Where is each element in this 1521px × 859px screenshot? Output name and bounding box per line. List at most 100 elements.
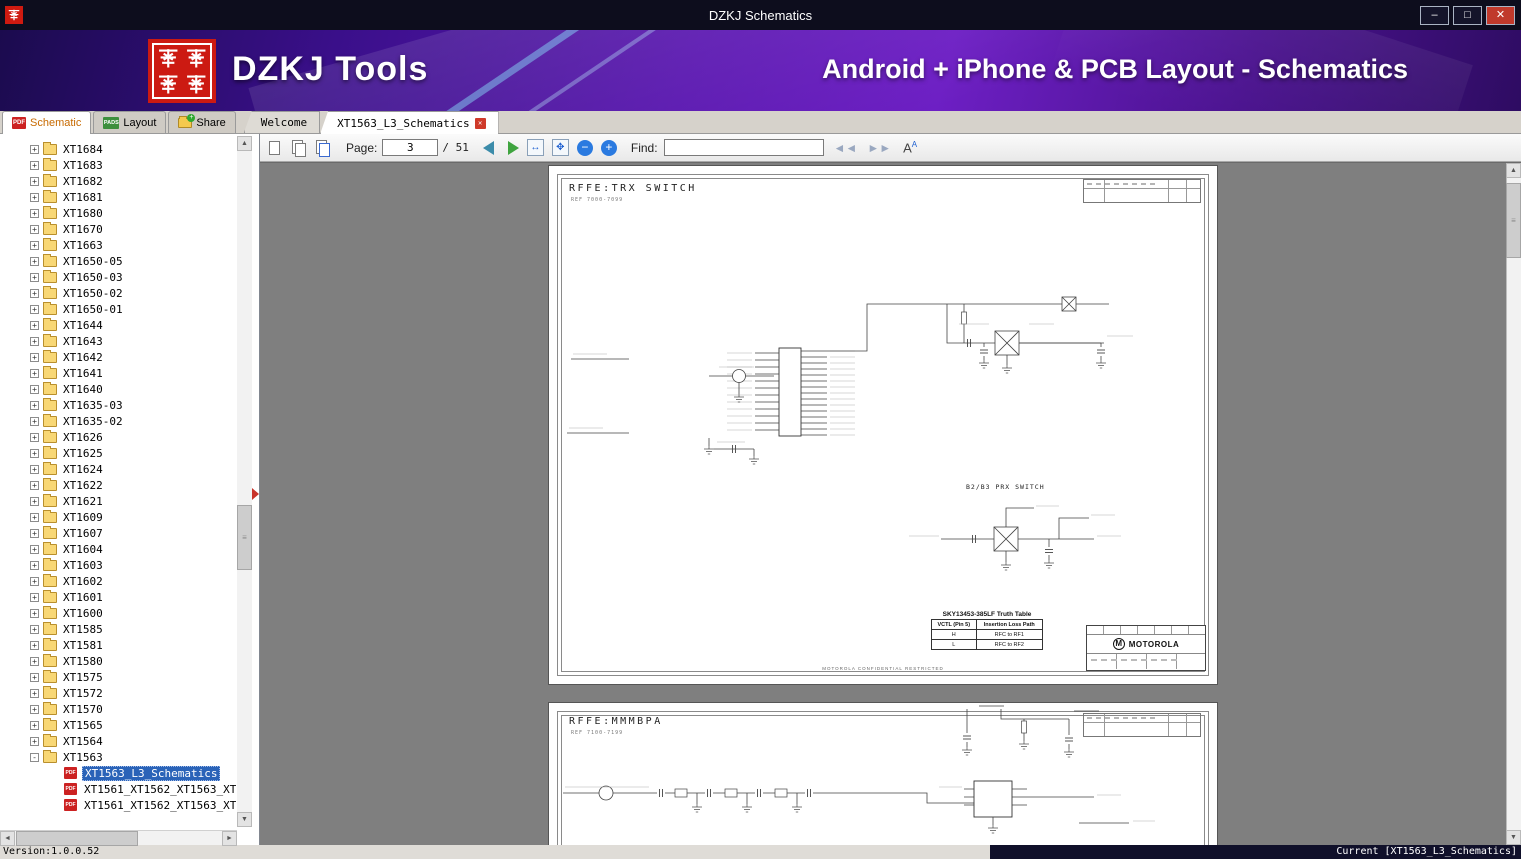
expand-icon[interactable]: + — [30, 496, 39, 506]
expand-icon[interactable]: + — [30, 416, 39, 426]
single-page-icon[interactable] — [266, 139, 284, 157]
tree-folder-row[interactable]: + XT1650-02 — [0, 285, 236, 301]
expand-icon[interactable]: - — [30, 752, 39, 762]
tab-share[interactable]: + Share — [168, 111, 236, 133]
next-page-icon[interactable] — [507, 140, 519, 155]
expand-icon[interactable]: + — [30, 448, 39, 458]
tab-layout[interactable]: PADS Layout — [93, 111, 167, 133]
tree-folder-row[interactable]: + XT1581 — [0, 637, 236, 653]
expand-icon[interactable]: + — [30, 384, 39, 394]
tree-folder-row[interactable]: + XT1604 — [0, 541, 236, 557]
expand-icon[interactable]: + — [30, 288, 39, 298]
doc-tab-welcome[interactable]: Welcome — [243, 111, 321, 133]
expand-icon[interactable]: + — [30, 160, 39, 170]
expand-icon[interactable]: + — [30, 176, 39, 186]
expand-icon[interactable]: + — [30, 608, 39, 618]
tree-folder-row[interactable]: + XT1565 — [0, 717, 236, 733]
copy-page-icon[interactable] — [290, 139, 308, 157]
tree-folder-row[interactable]: + XT1625 — [0, 445, 236, 461]
tree-folder-row[interactable]: + XT1621 — [0, 493, 236, 509]
find-previous-icon[interactable]: ◄◄ — [834, 141, 858, 155]
tree-folder-row[interactable]: + XT1670 — [0, 221, 236, 237]
tree-folder-row[interactable]: + XT1626 — [0, 429, 236, 445]
sidebar-collapse-arrow[interactable] — [252, 488, 259, 500]
scroll-down-icon[interactable]: ▼ — [237, 812, 252, 827]
scroll-left-icon[interactable]: ◄ — [0, 831, 15, 846]
expand-icon[interactable]: + — [30, 352, 39, 362]
tree-folder-row[interactable]: + XT1650-05 — [0, 253, 236, 269]
tree-folder-row[interactable]: + XT1580 — [0, 653, 236, 669]
expand-icon[interactable]: + — [30, 640, 39, 650]
expand-icon[interactable]: + — [30, 368, 39, 378]
tree-folder-row[interactable]: + XT1641 — [0, 365, 236, 381]
expand-icon[interactable]: + — [30, 720, 39, 730]
scrollbar-thumb[interactable] — [16, 831, 138, 846]
expand-icon[interactable]: + — [30, 624, 39, 634]
tree-document-row[interactable]: PDF XT1561_XT1562_XT1563_XT15 — [0, 781, 236, 797]
tree-folder-row[interactable]: + XT1607 — [0, 525, 236, 541]
sidebar-horizontal-scrollbar[interactable]: ◄ ► — [0, 830, 237, 846]
expand-icon[interactable]: + — [30, 240, 39, 250]
font-size-icon[interactable]: AA — [903, 140, 917, 155]
tree-folder-row[interactable]: + XT1640 — [0, 381, 236, 397]
tree-folder-row[interactable]: + XT1684 — [0, 141, 236, 157]
tree-folder-row[interactable]: + XT1650-01 — [0, 301, 236, 317]
scroll-up-icon[interactable]: ▲ — [1506, 163, 1521, 178]
tree-folder-row[interactable]: + XT1681 — [0, 189, 236, 205]
tree-folder-row[interactable]: + XT1644 — [0, 317, 236, 333]
expand-icon[interactable]: + — [30, 464, 39, 474]
doc-tab-current[interactable]: XT1563_L3_Schematics ✕ — [320, 111, 499, 134]
zoom-out-icon[interactable]: − — [576, 139, 593, 156]
tree-folder-row[interactable]: + XT1683 — [0, 157, 236, 173]
expand-icon[interactable]: + — [30, 576, 39, 586]
page-number-input[interactable] — [382, 139, 439, 156]
expand-icon[interactable]: + — [30, 688, 39, 698]
expand-icon[interactable]: + — [30, 304, 39, 314]
scroll-up-icon[interactable]: ▲ — [237, 136, 252, 151]
multi-page-icon[interactable] — [314, 139, 332, 157]
tree-folder-row[interactable]: - XT1563 — [0, 749, 236, 765]
tree-folder-row[interactable]: + XT1564 — [0, 733, 236, 749]
tree-folder-row[interactable]: + XT1600 — [0, 605, 236, 621]
tree-document-row[interactable]: PDF XT1561_XT1562_XT1563_XT15 — [0, 797, 236, 813]
find-next-icon[interactable]: ►► — [867, 141, 891, 155]
expand-icon[interactable]: + — [30, 208, 39, 218]
tree-folder-row[interactable]: + XT1635-03 — [0, 397, 236, 413]
tree-folder-row[interactable]: + XT1643 — [0, 333, 236, 349]
fit-page-icon[interactable]: ✥ — [551, 139, 569, 156]
expand-icon[interactable]: + — [30, 320, 39, 330]
expand-icon[interactable]: + — [30, 656, 39, 666]
expand-icon[interactable]: + — [30, 400, 39, 410]
sidebar-vertical-scrollbar[interactable]: ▲ ≡ ▼ — [237, 136, 252, 827]
pdf-viewer[interactable]: RFFE:TRX SWITCH REF 7000-7099 B2/B3 PRX … — [260, 162, 1521, 845]
expand-icon[interactable]: + — [30, 528, 39, 538]
tree-folder-row[interactable]: + XT1570 — [0, 701, 236, 717]
previous-page-icon[interactable] — [482, 140, 494, 155]
expand-icon[interactable]: + — [30, 480, 39, 490]
expand-icon[interactable]: + — [30, 432, 39, 442]
tree-folder-row[interactable]: + XT1572 — [0, 685, 236, 701]
close-button[interactable]: ✕ — [1486, 5, 1515, 25]
expand-icon[interactable]: + — [30, 272, 39, 282]
maximize-button[interactable]: □ — [1453, 5, 1482, 25]
scroll-right-icon[interactable]: ► — [222, 831, 237, 846]
tree-folder-row[interactable]: + XT1575 — [0, 669, 236, 685]
expand-icon[interactable]: + — [30, 736, 39, 746]
minimize-button[interactable]: – — [1420, 5, 1449, 25]
tree-folder-row[interactable]: + XT1624 — [0, 461, 236, 477]
close-icon[interactable]: ✕ — [474, 117, 486, 129]
tree-folder-row[interactable]: + XT1650-03 — [0, 269, 236, 285]
expand-icon[interactable]: + — [30, 192, 39, 202]
find-input[interactable] — [663, 139, 824, 156]
tree-folder-row[interactable]: + XT1680 — [0, 205, 236, 221]
tab-schematic[interactable]: PDF Schematic — [2, 111, 92, 134]
tree-folder-row[interactable]: + XT1585 — [0, 621, 236, 637]
tree-folder-row[interactable]: + XT1602 — [0, 573, 236, 589]
expand-icon[interactable]: + — [30, 560, 39, 570]
tree-folder-row[interactable]: + XT1603 — [0, 557, 236, 573]
tree-folder-row[interactable]: + XT1663 — [0, 237, 236, 253]
expand-icon[interactable]: + — [30, 512, 39, 522]
expand-icon[interactable]: + — [30, 592, 39, 602]
expand-icon[interactable]: + — [30, 336, 39, 346]
tree-folder-row[interactable]: + XT1635-02 — [0, 413, 236, 429]
